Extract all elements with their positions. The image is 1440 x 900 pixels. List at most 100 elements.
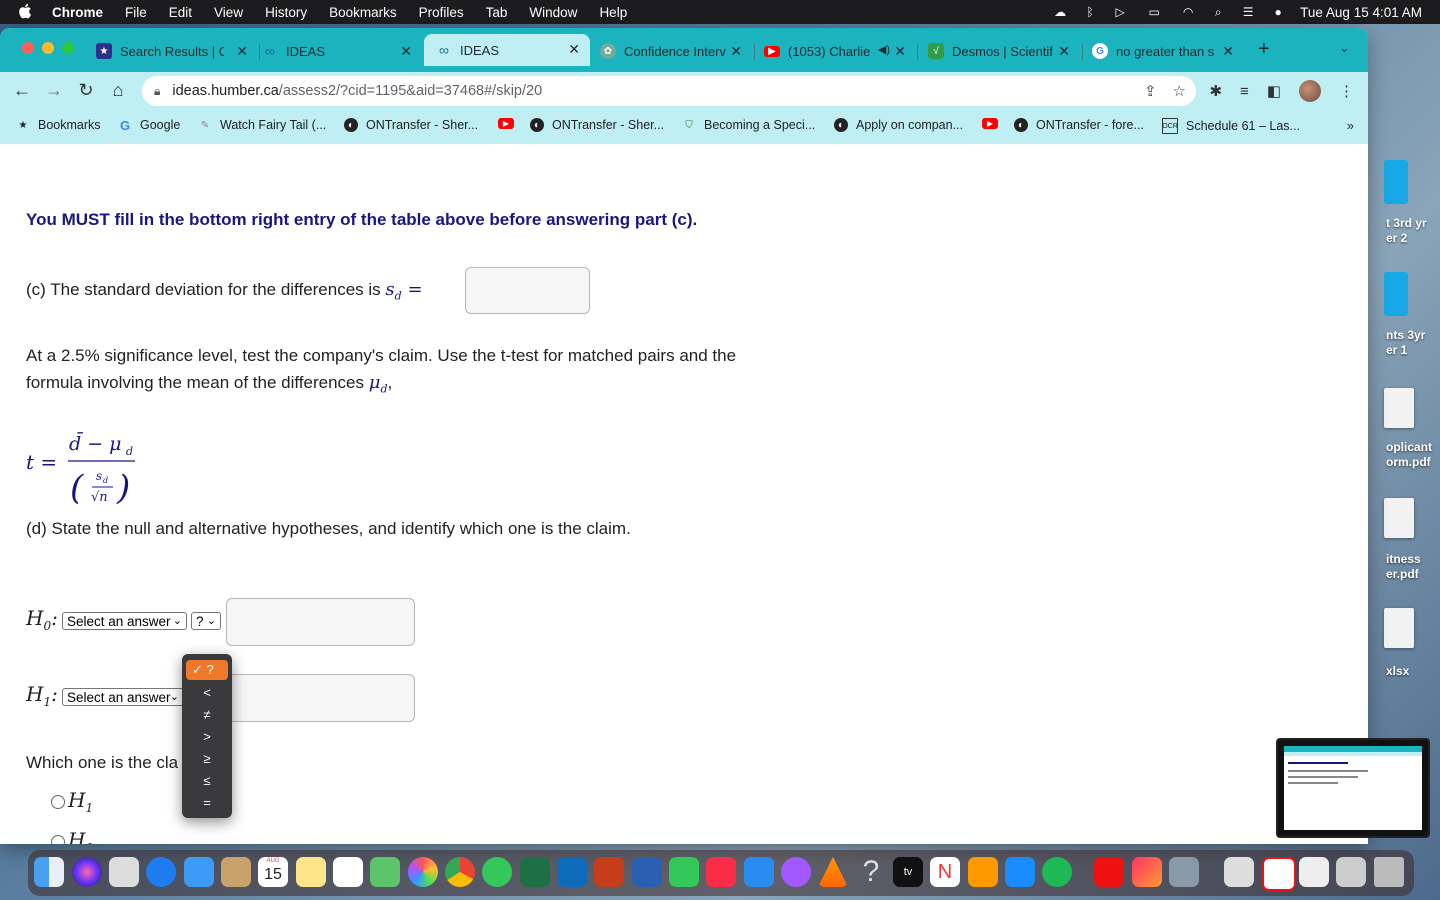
claim-radio-h0[interactable] xyxy=(51,835,65,844)
siri-icon[interactable]: ● xyxy=(1270,5,1286,19)
bookmark-item[interactable]: OCR Schedule 61 – Las... xyxy=(1162,118,1300,134)
close-icon[interactable]: ✕ xyxy=(236,43,248,60)
bookmark-item[interactable]: ◐ ONTransfer - fore... xyxy=(1014,118,1144,132)
tab-confidence-interval[interactable]: ✿ Confidence Interv ✕ xyxy=(600,36,752,66)
minimize-window-button[interactable] xyxy=(42,42,54,54)
downloads-icon[interactable] xyxy=(1336,857,1366,887)
launchpad-icon[interactable] xyxy=(109,857,139,887)
excel-icon[interactable] xyxy=(520,857,550,887)
wifi-icon[interactable]: ◠ xyxy=(1180,5,1196,19)
desktop-item-label[interactable]: nts 3yr er 1 xyxy=(1386,328,1425,358)
apple-tv-icon[interactable]: tv xyxy=(893,857,923,887)
powerpoint-icon[interactable] xyxy=(594,857,624,887)
address-bar[interactable]: 🔒︎ ideas.humber.ca/assess2/?cid=1195&aid… xyxy=(142,76,1196,106)
trash-icon[interactable] xyxy=(1374,857,1404,887)
desktop-item-label[interactable]: xlsx xyxy=(1386,664,1409,679)
books-icon[interactable] xyxy=(968,857,998,887)
home-button[interactable]: ⌂ xyxy=(108,80,128,101)
zoom-window-button[interactable] xyxy=(62,42,74,54)
chrome-icon[interactable] xyxy=(445,857,475,887)
h0-value-input[interactable] xyxy=(226,598,415,646)
music-icon[interactable] xyxy=(706,857,736,887)
bookmark-star-icon[interactable]: ☆ xyxy=(1173,82,1186,100)
tab-google-search[interactable]: G no greater than s ✕ xyxy=(1092,36,1244,66)
creative-cloud-icon[interactable]: ☁ xyxy=(1052,5,1068,19)
menu-tab[interactable]: Tab xyxy=(486,5,508,20)
lock-icon[interactable]: 🔒︎ xyxy=(154,84,160,99)
desktop-item-label[interactable]: oplicant orm.pdf xyxy=(1386,440,1432,470)
app-store-icon[interactable] xyxy=(1005,857,1035,887)
menu-view[interactable]: View xyxy=(214,5,243,20)
close-icon[interactable]: ✕ xyxy=(1058,43,1070,60)
folder-icon[interactable] xyxy=(1384,272,1408,316)
word-icon[interactable] xyxy=(632,857,662,887)
document-icon[interactable] xyxy=(1224,857,1254,887)
screenshot-file-icon[interactable] xyxy=(1299,857,1329,887)
control-center-icon[interactable]: ☰ xyxy=(1240,5,1256,19)
screenshot-thumbnail[interactable] xyxy=(1276,738,1430,838)
mail-icon[interactable] xyxy=(184,857,214,887)
tab-ideas-active[interactable]: ∞ IDEAS ✕ xyxy=(424,34,590,66)
operator-option-greater-equal[interactable]: ≥ xyxy=(186,748,228,768)
bookmark-item[interactable]: ★ Bookmarks xyxy=(16,118,101,132)
media-control-icon[interactable]: ≡ xyxy=(1240,83,1249,100)
apple-icon[interactable] xyxy=(18,3,34,22)
notes-icon[interactable] xyxy=(296,857,326,887)
close-icon[interactable]: ✕ xyxy=(1222,43,1234,60)
operator-option-less-than[interactable]: < xyxy=(186,682,228,702)
menu-window[interactable]: Window xyxy=(529,5,577,20)
file-icon[interactable] xyxy=(1384,608,1414,648)
system-app-icon[interactable] xyxy=(1169,857,1199,887)
facetime-icon[interactable] xyxy=(669,857,699,887)
file-icon[interactable] xyxy=(1384,388,1414,428)
tab-desmos[interactable]: √ Desmos | Scientif ✕ xyxy=(928,36,1080,66)
podcasts-icon[interactable] xyxy=(781,857,811,887)
creative-cloud-app-icon[interactable] xyxy=(1132,857,1162,887)
bookmark-item[interactable]: ◐ Apply on compan... xyxy=(834,118,963,132)
reload-button[interactable]: ↻ xyxy=(76,80,96,101)
bookmark-item[interactable]: ◐ ONTransfer - Sher... xyxy=(530,118,664,132)
menubar-clock[interactable]: Tue Aug 15 4:01 AM xyxy=(1300,5,1422,20)
close-window-button[interactable] xyxy=(22,42,34,54)
desktop-item-label[interactable]: t 3rd yr er 2 xyxy=(1386,216,1427,246)
more-bookmarks-icon[interactable]: » xyxy=(1347,118,1354,133)
news-icon[interactable]: N xyxy=(930,857,960,887)
contacts-icon[interactable] xyxy=(221,857,251,887)
spotify-icon[interactable] xyxy=(1042,857,1072,887)
bookmark-item[interactable]: ◐ ONTransfer - Sher... xyxy=(344,118,478,132)
menu-edit[interactable]: Edit xyxy=(169,5,192,20)
tab-search-results[interactable]: ★ Search Results | C ✕ xyxy=(96,36,258,66)
close-icon[interactable]: ✕ xyxy=(400,43,412,60)
bookmark-item[interactable]: ⛉ Becoming a Speci... xyxy=(682,118,815,132)
claim-radio-h1[interactable] xyxy=(51,795,65,809)
battery-icon[interactable]: ▭ xyxy=(1142,5,1166,19)
menu-bookmarks[interactable]: Bookmarks xyxy=(329,5,397,20)
back-button[interactable]: ← xyxy=(12,80,32,101)
search-icon[interactable]: ⌕ xyxy=(1210,5,1226,19)
siri-icon[interactable] xyxy=(72,857,102,887)
tab-youtube-charlie[interactable]: ▶ (1053) Charlie ◀) ✕ xyxy=(764,36,916,66)
h1-parameter-select[interactable]: Select an answer ⌄ xyxy=(62,688,184,706)
extensions-icon[interactable]: ✱ xyxy=(1209,82,1222,100)
folder-icon[interactable] xyxy=(1384,160,1408,204)
menu-profiles[interactable]: Profiles xyxy=(419,5,464,20)
menu-file[interactable]: File xyxy=(125,5,147,20)
operator-option-equal[interactable]: = xyxy=(186,792,228,812)
calendar-icon[interactable]: AUG 15 xyxy=(258,857,288,887)
bookmark-item[interactable]: G Google xyxy=(118,118,180,133)
reminders-icon[interactable] xyxy=(333,857,363,887)
close-icon[interactable]: ✕ xyxy=(730,43,742,60)
outlook-icon[interactable] xyxy=(557,857,587,887)
operator-option-not-equal[interactable]: ≠ xyxy=(186,704,228,724)
file-icon[interactable] xyxy=(1384,498,1414,538)
tab-ideas[interactable]: ∞ IDEAS ✕ xyxy=(262,36,422,66)
acrobat-icon[interactable] xyxy=(1094,857,1124,887)
menu-kebab-icon[interactable]: ⋮ xyxy=(1339,82,1354,100)
sd-answer-input[interactable] xyxy=(465,267,590,314)
menu-history[interactable]: History xyxy=(265,5,307,20)
operator-option-unselected[interactable]: ✓ ? xyxy=(186,660,228,680)
operator-option-less-equal[interactable]: ≤ xyxy=(186,770,228,790)
maps-icon[interactable] xyxy=(370,857,400,887)
play-icon[interactable]: ▷ xyxy=(1112,5,1128,19)
tab-search-chevron-icon[interactable]: ⌄ xyxy=(1339,40,1350,56)
